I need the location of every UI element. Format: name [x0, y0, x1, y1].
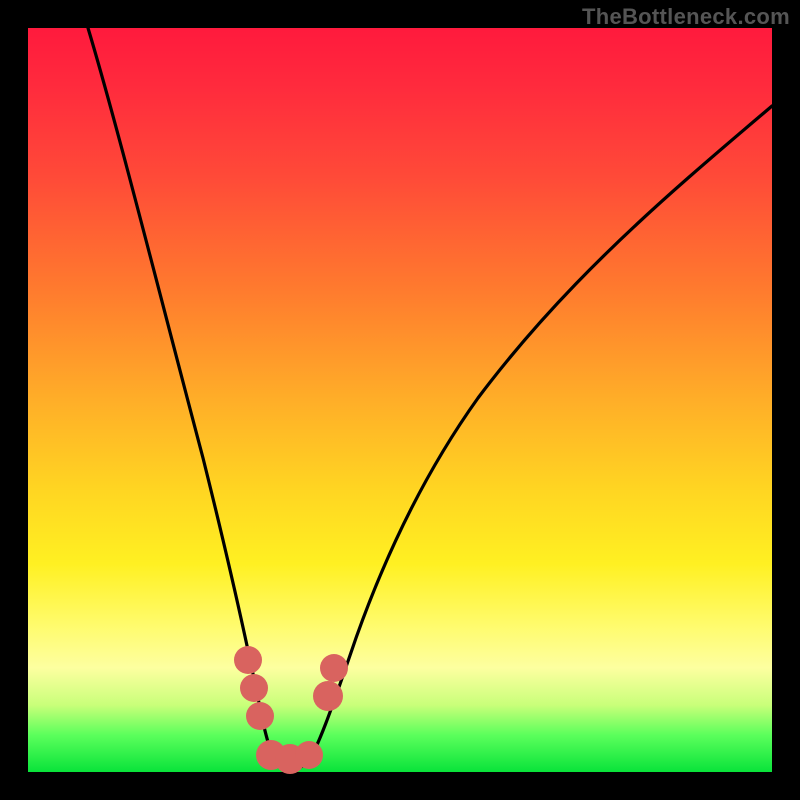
plot-area: [28, 28, 772, 772]
watermark-text: TheBottleneck.com: [582, 4, 790, 30]
chart-frame: TheBottleneck.com: [0, 0, 800, 800]
